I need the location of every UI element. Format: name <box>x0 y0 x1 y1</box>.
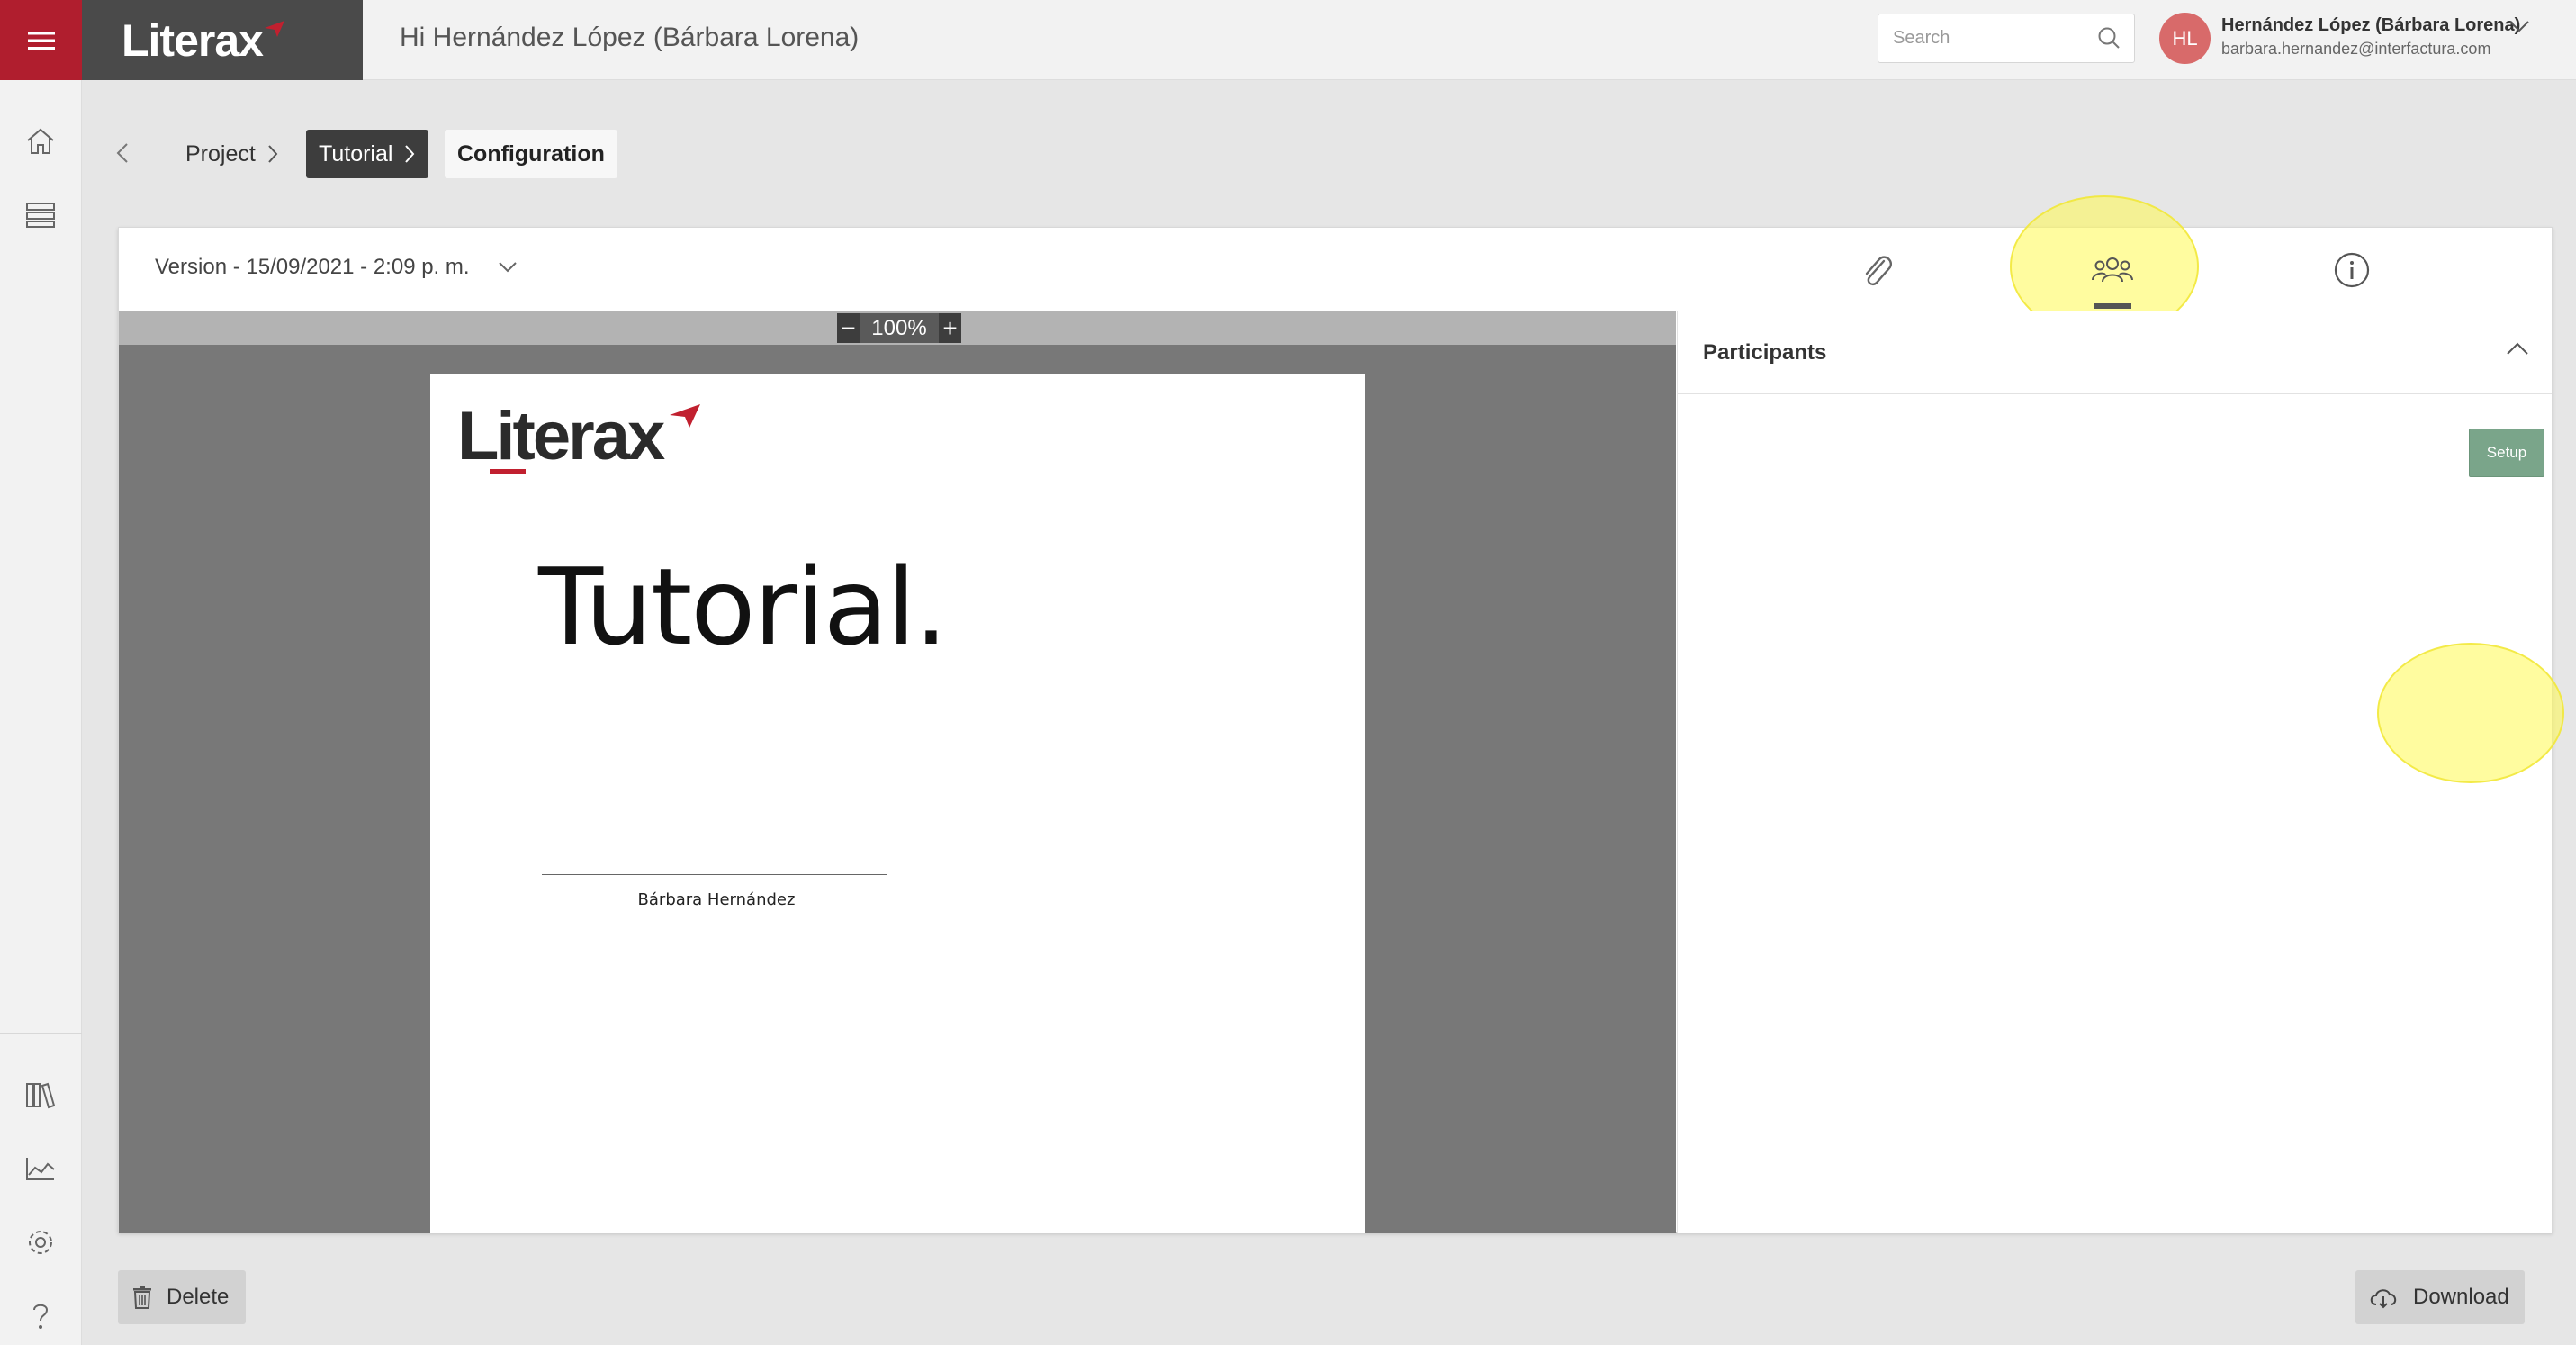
chevron-up-icon[interactable] <box>2505 340 2530 357</box>
info-icon <box>2334 252 2370 288</box>
zoom-level: 100% <box>860 313 939 343</box>
home-icon <box>27 128 54 154</box>
breadcrumb-project[interactable]: Project <box>173 130 292 178</box>
document-page: Literax Tutorial. Bárbara Hernández <box>430 374 1365 1233</box>
breadcrumb-tutorial-label: Tutorial <box>319 140 393 167</box>
paper-plane-icon <box>264 20 284 37</box>
brand-name: Literax <box>122 14 264 66</box>
gear-icon <box>29 1231 52 1254</box>
search-icon[interactable] <box>2096 25 2121 50</box>
user-email: barbara.hernandez@interfactura.com <box>2221 40 2491 58</box>
delete-button[interactable]: Delete <box>118 1270 246 1324</box>
sidebar-item-library[interactable] <box>20 1074 61 1115</box>
brand-logo[interactable]: Literax <box>82 0 363 80</box>
document-viewer[interactable]: − 100% + Literax Tutorial. Bárbara Herná… <box>119 311 1676 1233</box>
help-icon <box>33 1304 49 1329</box>
panel-title: Participants <box>1703 340 1827 365</box>
top-bar: Literax Hi Hernández López (Bárbara Lore… <box>0 0 2576 80</box>
signature-line <box>542 874 887 875</box>
hamburger-menu-button[interactable] <box>0 0 82 80</box>
document-card: Version - 15/09/2021 - 2:09 p. m. − 100%… <box>118 195 2564 1233</box>
hamburger-icon <box>27 31 55 50</box>
sidebar <box>0 80 82 1345</box>
delete-label: Delete <box>167 1285 230 1309</box>
participants-panel: Participants Setup <box>1677 311 2564 1233</box>
breadcrumb-project-label: Project <box>185 140 256 167</box>
document-logo: Literax <box>457 398 665 474</box>
back-chevron-icon[interactable] <box>112 137 133 169</box>
setup-button[interactable]: Setup <box>2469 429 2544 477</box>
greeting-text: Hi Hernández López (Bárbara Lorena) <box>400 23 860 52</box>
breadcrumb-configuration[interactable]: Configuration <box>445 130 617 178</box>
zoom-control: − 100% + <box>837 313 961 343</box>
chevron-down-icon <box>498 262 517 273</box>
panel-header[interactable]: Participants <box>1678 311 2552 394</box>
tab-attachments[interactable] <box>1854 248 1899 293</box>
paperclip-icon <box>1865 256 1892 286</box>
active-tab-indicator <box>2094 303 2131 309</box>
sidebar-item-home[interactable] <box>20 121 61 162</box>
search-box <box>1878 14 2135 63</box>
zoom-in-button[interactable]: + <box>939 313 961 343</box>
download-label: Download <box>2413 1285 2509 1309</box>
highlight-setup <box>2377 643 2564 783</box>
library-icon <box>26 1082 56 1109</box>
trash-icon <box>133 1286 151 1309</box>
area-chart-icon <box>26 1158 55 1180</box>
list-stack-icon <box>26 203 55 228</box>
breadcrumb-tutorial[interactable]: Tutorial <box>306 130 429 178</box>
logo-underline <box>490 469 526 474</box>
sidebar-item-reports[interactable] <box>20 1148 61 1189</box>
chevron-right-icon <box>268 145 278 163</box>
user-name: Hernández López (Bárbara Lorena) <box>2221 15 2521 35</box>
signer-name: Bárbara Hernández <box>637 890 796 909</box>
version-label: Version - 15/09/2021 - 2:09 p. m. <box>155 255 470 279</box>
sidebar-item-documents[interactable] <box>20 194 61 236</box>
chevron-down-icon[interactable] <box>2508 18 2531 34</box>
participants-icon <box>2092 257 2133 283</box>
zoom-out-button[interactable]: − <box>837 313 860 343</box>
tab-participants[interactable] <box>2090 248 2135 293</box>
document-title: Tutorial. <box>538 545 948 669</box>
version-selector[interactable]: Version - 15/09/2021 - 2:09 p. m. <box>155 255 518 280</box>
zoom-bar: − 100% + <box>119 311 1676 345</box>
tab-info[interactable] <box>2329 248 2374 293</box>
paper-plane-icon <box>670 404 700 428</box>
card-header: Version - 15/09/2021 - 2:09 p. m. <box>119 195 2552 338</box>
sidebar-item-settings[interactable] <box>20 1222 61 1263</box>
sidebar-divider <box>0 1033 82 1034</box>
search-input[interactable] <box>1878 14 2076 62</box>
download-button[interactable]: Download <box>2355 1270 2525 1324</box>
avatar[interactable]: HL <box>2159 13 2211 64</box>
cloud-download-icon <box>2370 1289 2397 1309</box>
breadcrumb-configuration-label: Configuration <box>457 140 605 167</box>
chevron-right-icon <box>405 145 415 163</box>
sidebar-item-help[interactable] <box>20 1295 61 1337</box>
